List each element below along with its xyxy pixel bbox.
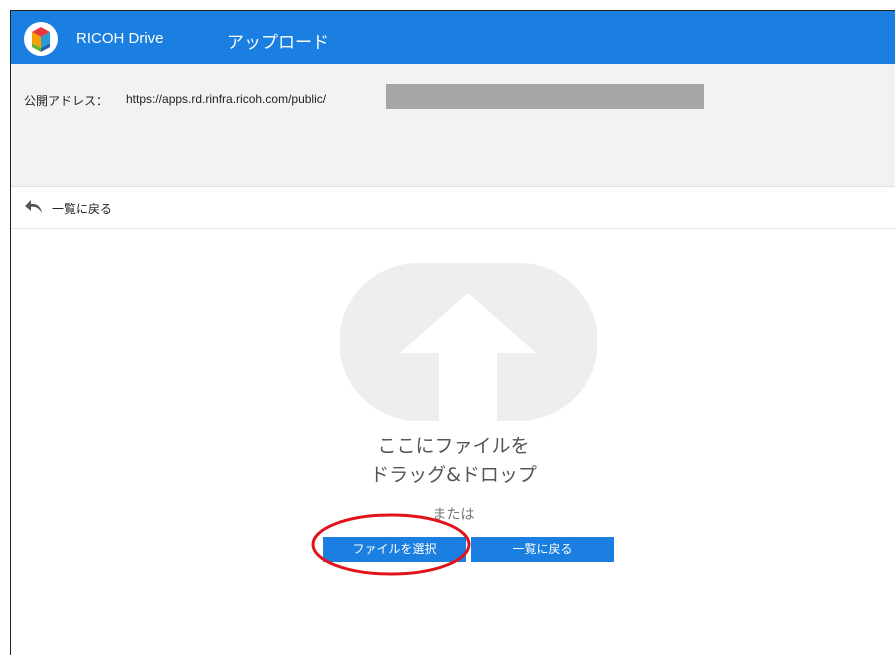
public-address-label: 公開アドレス： bbox=[24, 94, 109, 108]
app-window: RICOH Drive アップロード 公開アドレス： https://apps.… bbox=[10, 10, 895, 655]
undo-arrow-icon bbox=[25, 200, 42, 213]
app-header: RICOH Drive アップロード bbox=[11, 11, 895, 64]
upload-arrow-icon bbox=[340, 263, 597, 421]
page-title: アップロード bbox=[227, 33, 329, 53]
redacted-url-part bbox=[386, 84, 704, 109]
or-separator: または bbox=[432, 507, 475, 523]
select-file-button[interactable]: ファイルを選択 bbox=[323, 537, 466, 562]
drop-instruction-line2: ドラッグ&ドロップ bbox=[370, 464, 537, 486]
ricoh-drive-logo-icon bbox=[24, 22, 58, 56]
back-to-list-link[interactable]: 一覧に戻る bbox=[11, 187, 895, 229]
back-to-list-button[interactable]: 一覧に戻る bbox=[471, 537, 614, 562]
public-address-url[interactable]: https://apps.rd.rinfra.ricoh.com/public/ bbox=[126, 92, 326, 106]
public-address-bar: 公開アドレス： https://apps.rd.rinfra.ricoh.com… bbox=[11, 64, 895, 187]
drop-instruction-line1: ここにファイルを bbox=[377, 435, 530, 457]
back-to-list-label: 一覧に戻る bbox=[52, 202, 113, 216]
brand-name: RICOH Drive bbox=[76, 30, 164, 47]
